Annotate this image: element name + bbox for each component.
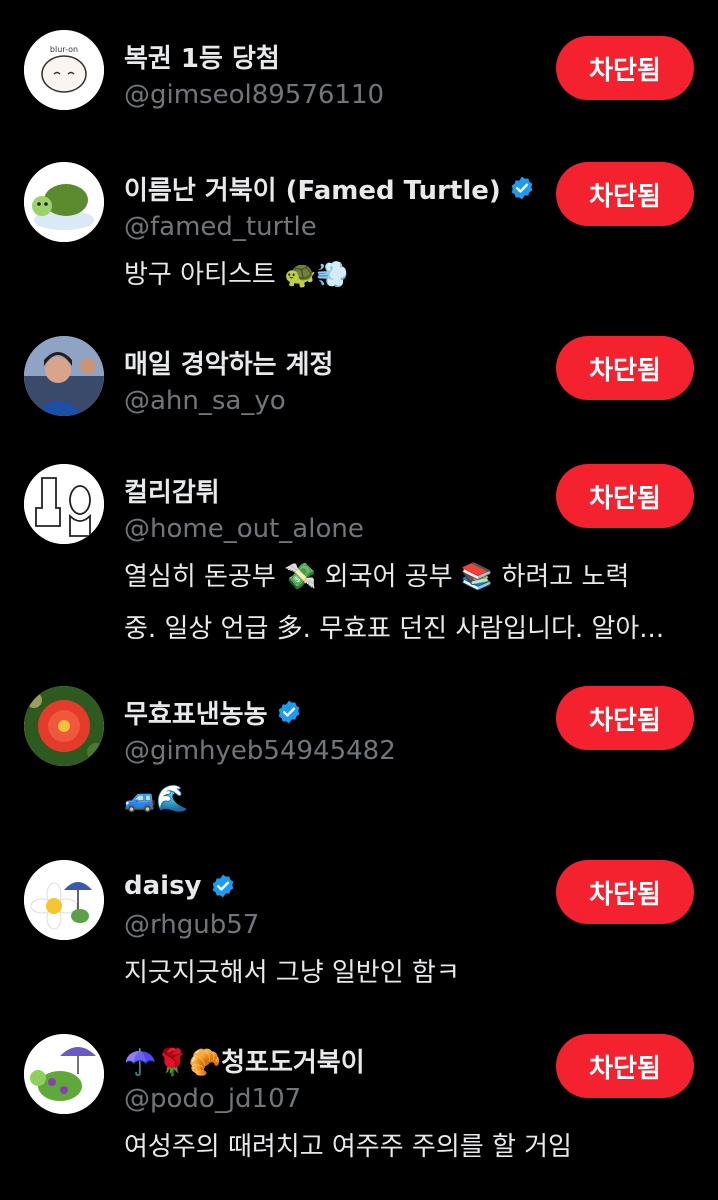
bio: 방구 아티스트 🐢💨 [124,260,349,290]
blocked-button[interactable]: 차단됨 [556,860,694,924]
display-name[interactable]: 컬리감튀 [124,472,220,509]
blocked-button[interactable]: 차단됨 [556,162,694,226]
blocked-button[interactable]: 차단됨 [556,336,694,400]
verified-badge-icon [511,176,533,200]
blocked-button[interactable]: 차단됨 [556,464,694,528]
avatar[interactable] [24,162,104,242]
svg-text:blur-on: blur-on [50,45,78,54]
display-name[interactable]: ☂️🌹🥐청포도거북이 [124,1042,365,1079]
verified-badge-icon [278,700,299,724]
avatar[interactable] [24,1034,104,1114]
display-name[interactable]: daisy [124,871,202,901]
bio: 열심히 돈공부 💸 외국어 공부 📚 하려고 노력 [124,562,630,592]
avatar[interactable] [24,336,104,416]
display-name[interactable]: 무효표낸농농 [124,694,268,731]
blocked-button[interactable]: 차단됨 [556,1034,694,1098]
display-name[interactable]: 매일 경악하는 계정 [124,344,333,381]
bio: 여성주의 때려치고 여주주 주의를 할 거임 [124,1132,572,1162]
display-name[interactable]: 복권 1등 당첨 [124,38,280,75]
blocked-button[interactable]: 차단됨 [556,36,694,100]
avatar[interactable] [24,686,104,766]
bio: 지긋지긋해서 그냥 일반인 함ㅋ [124,958,460,988]
avatar[interactable] [24,464,104,544]
avatar[interactable]: blur-on [24,30,104,110]
blocked-accounts-list: blur-on 복권 1등 당첨 @gimseol89576110 차단됨 이름… [0,0,718,1200]
blocked-button[interactable]: 차단됨 [556,686,694,750]
avatar[interactable] [24,860,104,940]
verified-badge-icon [212,874,233,898]
bio-line-2: 중. 일상 언급 多. 무효표 던진 사람입니다. 알아... [124,614,665,644]
bio: 🚙🌊 [124,784,189,814]
display-name[interactable]: 이름난 거북이 (Famed Turtle) [124,170,501,207]
